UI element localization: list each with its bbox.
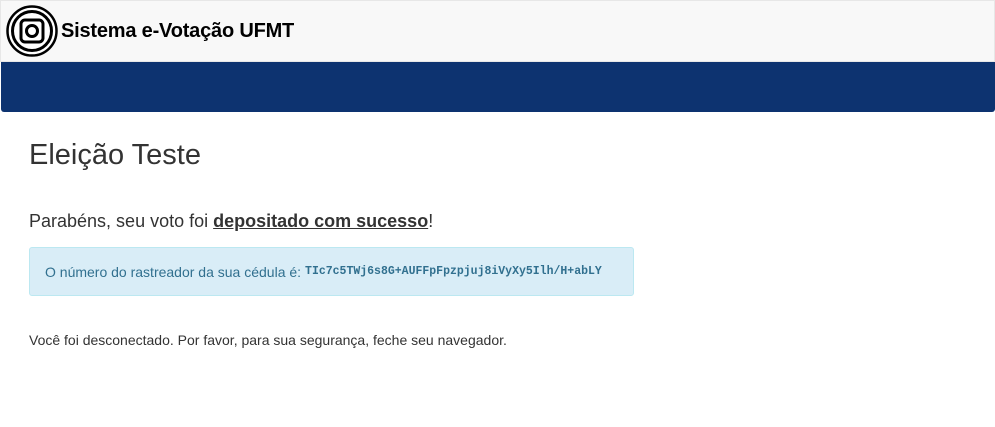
top-header: Sistema e-Votação UFMT xyxy=(0,0,995,62)
election-title: Eleição Teste xyxy=(29,139,201,171)
success-message: Parabéns, seu voto foi depositado com su… xyxy=(29,211,433,232)
ballot-tracker-alert: O número do rastreador da sua cédula é: … xyxy=(29,247,634,296)
brand-home-link[interactable]: Sistema e-Votação UFMT xyxy=(6,1,294,61)
deposited-success-link[interactable]: depositado com sucesso xyxy=(213,211,428,231)
tracker-label: O número do rastreador da sua cédula é: xyxy=(45,263,302,280)
logout-message: Você foi desconectado. Por favor, para s… xyxy=(29,332,507,348)
app-title: Sistema e-Votação UFMT xyxy=(61,19,295,42)
concentric-square-logo-icon xyxy=(6,5,58,57)
tracker-code: TIc7c5TWj6s8G+AUFFpFpzpjuj8iVyXy5Ilh/H+a… xyxy=(305,265,602,278)
success-suffix: ! xyxy=(428,211,434,231)
main-navbar xyxy=(1,62,995,112)
success-prefix: Parabéns, seu voto foi xyxy=(29,211,214,231)
